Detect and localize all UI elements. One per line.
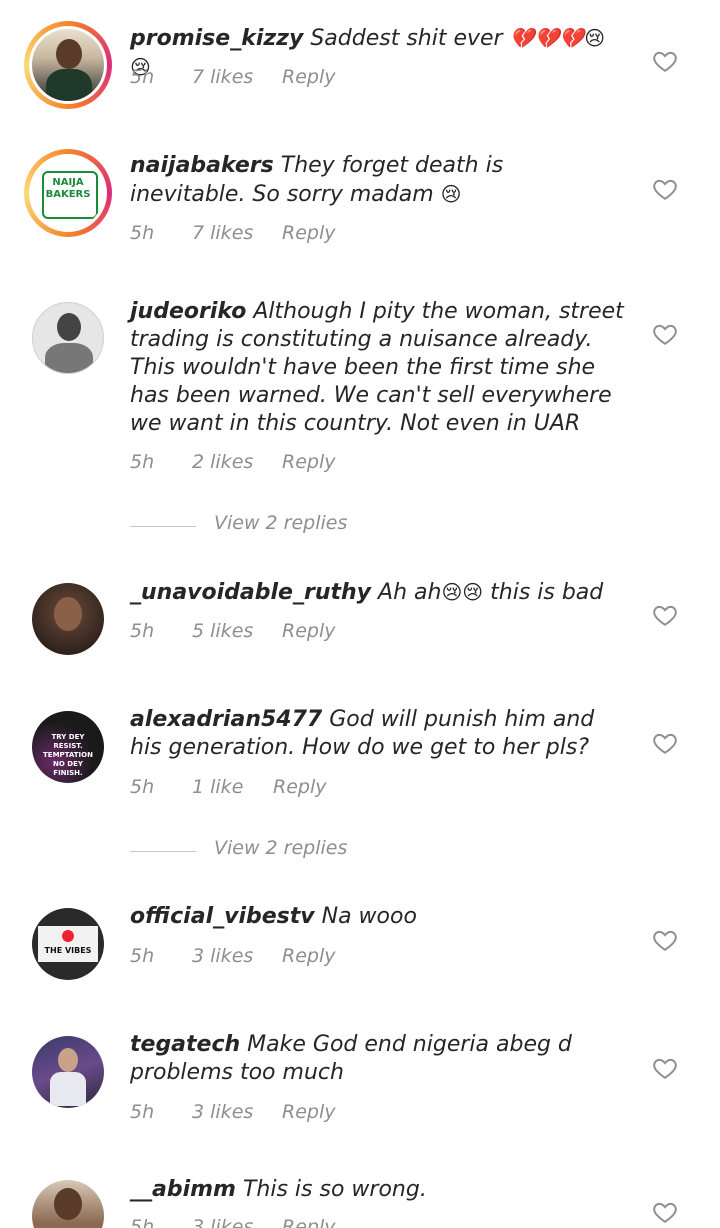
heart-outline-icon[interactable] (652, 602, 678, 628)
comment-likes[interactable]: 7 likes (192, 222, 253, 244)
comment-username[interactable]: _unavoidable_ruthy (130, 580, 371, 605)
comment-text: __abimm This is so wrong. (130, 1176, 625, 1204)
reply-button[interactable]: Reply (282, 66, 335, 88)
comment-username[interactable]: judeoriko (130, 299, 246, 324)
comment-text: naijabakers They forget death is inevita… (130, 152, 625, 209)
comment-time: 5h (130, 66, 155, 88)
reply-button[interactable]: Reply (282, 1216, 335, 1228)
comment-time: 5h (130, 945, 155, 967)
comment-emojis: 😢😢 (441, 580, 484, 604)
reply-button[interactable]: Reply (282, 451, 335, 473)
avatar-caption: TRY DEY RESIST. TEMPTATION NO DEY FINISH… (43, 733, 93, 777)
comment-time: 5h (130, 620, 155, 642)
comment-username[interactable]: __abimm (130, 1177, 236, 1202)
reply-button[interactable]: Reply (282, 1101, 335, 1123)
reply-button[interactable]: Reply (273, 776, 326, 798)
avatar (32, 302, 104, 374)
heart-outline-icon[interactable] (652, 176, 678, 202)
comment-body: Na wooo (321, 904, 417, 929)
heart-outline-icon[interactable] (652, 321, 678, 347)
comment-username[interactable]: promise_kizzy (130, 26, 303, 51)
comment-body: This is so wrong. (242, 1177, 427, 1202)
comment-body-end: this is bad (490, 580, 604, 605)
view-replies-label[interactable]: View 2 replies (214, 837, 347, 859)
avatar: THE VIBES (32, 908, 104, 980)
view-replies-button[interactable]: View 2 replies (130, 512, 430, 542)
comment-body: Saddest shit ever (310, 26, 503, 51)
reply-button[interactable]: Reply (282, 620, 335, 642)
comment-likes[interactable]: 7 likes (192, 66, 253, 88)
comment-likes[interactable]: 3 likes (192, 1101, 253, 1123)
heart-outline-icon[interactable] (652, 927, 678, 953)
heart-outline-icon[interactable] (652, 48, 678, 74)
comment-body: Ah ah (378, 580, 442, 605)
avatar-story-ring[interactable]: NAIJA BAKERS (24, 149, 112, 237)
avatar-wrap[interactable]: TRY DEY RESIST. TEMPTATION NO DEY FINISH… (32, 711, 104, 783)
comment-likes[interactable]: 2 likes (192, 451, 253, 473)
avatar-story-ring[interactable] (24, 21, 112, 109)
comment-time: 5h (130, 222, 155, 244)
divider-line (130, 851, 196, 852)
avatar-wrap[interactable]: THE VIBES (32, 908, 104, 980)
reply-button[interactable]: Reply (282, 945, 335, 967)
reply-button[interactable]: Reply (282, 222, 335, 244)
comment-likes[interactable]: 1 like (192, 776, 243, 798)
avatar-logo-text: NAIJA BAKERS (45, 177, 91, 200)
comment-likes[interactable]: 3 likes (192, 945, 253, 967)
avatar (32, 1180, 104, 1228)
avatar-caption: THE VIBES (44, 946, 92, 955)
comment-likes[interactable]: 3 likes (192, 1216, 253, 1228)
comment-username[interactable]: official_vibestv (130, 904, 315, 929)
view-replies-label[interactable]: View 2 replies (214, 512, 347, 534)
comment-username[interactable]: alexadrian5477 (130, 707, 322, 732)
avatar-wrap[interactable] (32, 1036, 104, 1108)
comment-text: judeoriko Although I pity the woman, str… (130, 298, 625, 438)
avatar: NAIJA BAKERS (29, 154, 107, 232)
comment-time: 5h (130, 451, 155, 473)
avatar-wrap[interactable] (32, 1180, 104, 1228)
avatar: TRY DEY RESIST. TEMPTATION NO DEY FINISH… (32, 711, 104, 783)
heart-outline-icon[interactable] (652, 1199, 678, 1225)
comment-username[interactable]: naijabakers (130, 153, 274, 178)
comment-likes[interactable]: 5 likes (192, 620, 253, 642)
comment-username[interactable]: tegatech (130, 1032, 240, 1057)
comment-meta: 5h 3 likes Reply (130, 1216, 430, 1228)
comment-time: 5h (130, 1216, 155, 1228)
divider-line (130, 526, 196, 527)
heart-outline-icon[interactable] (652, 730, 678, 756)
heart-outline-icon[interactable] (652, 1055, 678, 1081)
comment-time: 5h (130, 776, 155, 798)
comment-text: alexadrian5477 God will punish him and h… (130, 706, 625, 762)
avatar (29, 26, 107, 104)
avatar (32, 583, 104, 655)
comment-emojis: 😢 (440, 182, 462, 206)
comment-time: 5h (130, 1101, 155, 1123)
comment-text: tegatech Make God end nigeria abeg d pro… (130, 1031, 625, 1087)
view-replies-button[interactable]: View 2 replies (130, 837, 430, 867)
comment-text: _unavoidable_ruthy Ah ah😢😢 this is bad (130, 578, 625, 607)
avatar-wrap[interactable] (32, 302, 104, 374)
comment-text: official_vibestv Na wooo (130, 903, 625, 931)
avatar-wrap[interactable] (32, 583, 104, 655)
avatar (32, 1036, 104, 1108)
